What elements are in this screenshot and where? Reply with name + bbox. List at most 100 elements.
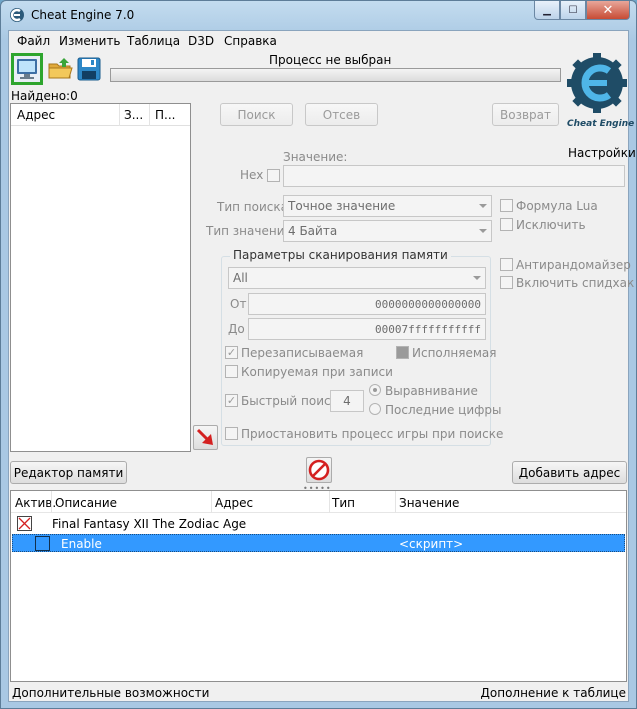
menu-help[interactable]: Справка [224,34,277,48]
scan-type-label: Тип поиска [217,200,288,214]
cheat-engine-logo-icon [567,53,627,113]
hex-checkbox[interactable] [267,169,280,182]
maximize-button[interactable]: ☐ [560,1,586,20]
table-extras-link[interactable]: Дополнение к таблице [481,686,626,700]
cheat-engine-window: Cheat Engine 7.0 ▁ ☐ ✕ Файл Изменить Таб… [0,0,637,709]
fast-scan-label: Быстрый поиск [241,394,338,408]
scan-type-value: Точное значение [288,199,396,213]
table-row[interactable]: Enable <скрипт> [12,534,625,552]
executable-checkbox[interactable] [396,346,409,359]
maximize-icon: ☐ [568,4,578,16]
chevron-down-icon [479,204,487,208]
pause-game-label: Приостановить процесс игры при поиске [241,427,504,441]
scan-results-list[interactable]: Адрес З... П... [10,103,191,452]
delete-list-button[interactable] [306,457,332,483]
menu-edit[interactable]: Изменить [59,34,121,48]
caption-buttons: ▁ ☐ ✕ [534,1,630,20]
minimize-icon: ▁ [543,4,551,16]
value-type-label: Тип значения [206,224,292,238]
first-scan-button[interactable]: Поиск [220,103,293,126]
memory-region-value: All [233,271,248,285]
fast-scan-checkbox[interactable]: ✓ [225,394,238,407]
results-col-value[interactable]: З... [124,108,143,122]
menu-d3d[interactable]: D3D [188,34,214,48]
red-arrow-icon [196,428,213,445]
status-bar: Дополнительные возможности Дополнение к … [9,684,628,702]
open-process-button[interactable] [11,53,43,85]
memory-region-select[interactable]: All [228,267,486,289]
row-value: <скрипт> [399,537,464,551]
floppy-disk-icon [77,57,101,81]
found-count: Найдено:0 [11,89,78,103]
from-label: От [230,297,247,311]
speedhack-label: Включить спидхак [516,276,635,290]
col-description[interactable]: Описание [55,496,117,510]
column-separator [51,491,52,513]
advanced-options-link[interactable]: Дополнительные возможности [12,686,209,700]
to-address-input[interactable]: 00007fffffffffff [248,318,486,340]
process-label: Процесс не выбран [269,53,392,67]
column-separator [329,491,330,513]
value-type-select[interactable]: 4 Байта [283,220,492,242]
lua-formula-label: Формула Lua [516,199,598,213]
chevron-down-icon [479,229,487,233]
add-to-list-button[interactable] [193,425,218,450]
table-row[interactable]: Final Fantasy XII The Zodiac Age [12,515,625,533]
cheat-table[interactable]: Актив. Описание Адрес Тип Значение Final… [10,490,627,682]
col-value[interactable]: Значение [399,496,459,510]
value-input[interactable] [283,165,625,187]
from-address-input[interactable]: 0000000000000000 [248,293,486,315]
not-checkbox[interactable] [500,218,513,231]
speedhack-checkbox[interactable] [500,276,513,289]
pause-game-checkbox[interactable] [225,427,238,440]
writable-checkbox[interactable]: ✓ [225,346,238,359]
column-separator [149,104,150,126]
copy-on-write-checkbox[interactable] [225,365,238,378]
col-address[interactable]: Адрес [215,496,253,510]
col-type[interactable]: Тип [332,496,355,510]
close-button[interactable]: ✕ [586,1,630,20]
scan-progress-bar [110,68,561,82]
menu-bar: Файл Изменить Таблица D3D Справка [9,31,628,51]
menu-file[interactable]: Файл [17,34,50,48]
alignment-radio[interactable] [369,384,381,396]
not-label: Исключить [516,218,586,232]
column-separator [395,491,396,513]
group-header-x-icon[interactable] [17,516,32,531]
row-description: Enable [61,537,102,551]
last-digits-label: Последние цифры [385,403,502,417]
results-col-previous[interactable]: П... [155,108,175,122]
memory-scan-options-title: Параметры сканирования памяти [230,248,451,262]
scan-type-select[interactable]: Точное значение [283,195,492,217]
chevron-down-icon [473,276,481,280]
minimize-button[interactable]: ▁ [534,1,560,20]
alignment-label: Выравнивание [385,384,478,398]
col-active[interactable]: Актив. [15,496,56,510]
add-address-button[interactable]: Добавить адрес [512,461,627,484]
undo-scan-button[interactable]: Возврат [492,103,559,126]
open-folder-icon [48,58,73,79]
cheat-engine-logo[interactable]: Cheat Engine [565,53,634,131]
memory-view-button[interactable]: Редактор памяти [10,461,127,484]
unrandomizer-label: Антирандомайзер [516,258,631,272]
row-description: Final Fantasy XII The Zodiac Age [52,517,247,531]
cheat-table-header: Актив. Описание Адрес Тип Значение [11,491,626,513]
logo-text: Cheat Engine [567,119,635,129]
save-button[interactable] [75,55,103,83]
next-scan-button[interactable]: Отсев [305,103,378,126]
title-bar: Cheat Engine 7.0 ▁ ☐ ✕ [1,1,636,29]
open-file-button[interactable] [47,55,75,83]
value-type-value: 4 Байта [288,224,338,238]
menu-table[interactable]: Таблица [127,34,180,48]
active-checkbox[interactable] [35,536,50,551]
executable-label: Исполняемая [412,346,497,360]
lua-formula-checkbox[interactable] [500,199,513,212]
results-col-address[interactable]: Адрес [17,108,55,122]
unrandomizer-checkbox[interactable] [500,258,513,271]
column-separator [119,104,120,126]
cheat-engine-app-icon [10,8,24,22]
last-digits-radio[interactable] [369,403,381,415]
fast-scan-alignment-input[interactable]: 4 [330,390,364,412]
close-icon: ✕ [602,2,614,18]
settings-link[interactable]: Настройки [568,146,636,160]
